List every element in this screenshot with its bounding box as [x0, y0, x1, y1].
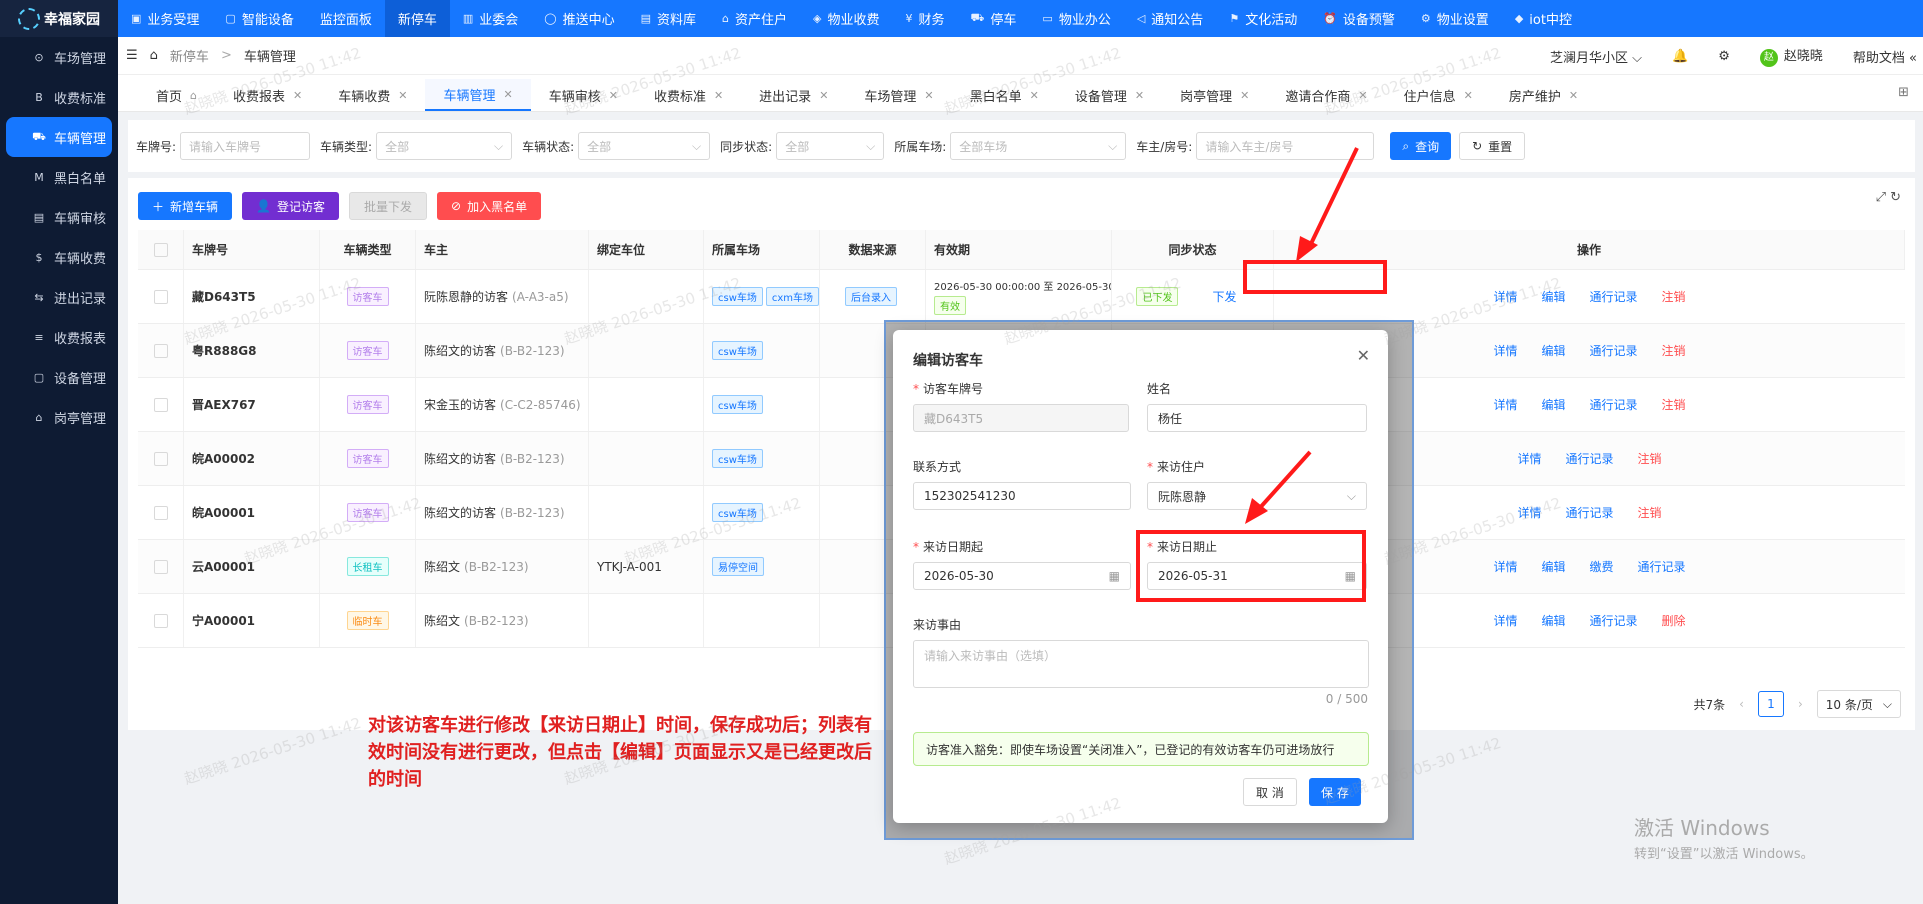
arrow-line-end-date [1256, 450, 1312, 512]
windows-line2: 转到“设置”以激活 Windows。 [1634, 847, 1814, 862]
windows-activation-watermark: 激活 Windows 转到“设置”以激活 Windows。 [1634, 812, 1814, 862]
arrow-line-validity [1306, 147, 1359, 251]
annotation-arrows [1245, 147, 1359, 524]
windows-line1: 激活 Windows [1634, 816, 1770, 840]
